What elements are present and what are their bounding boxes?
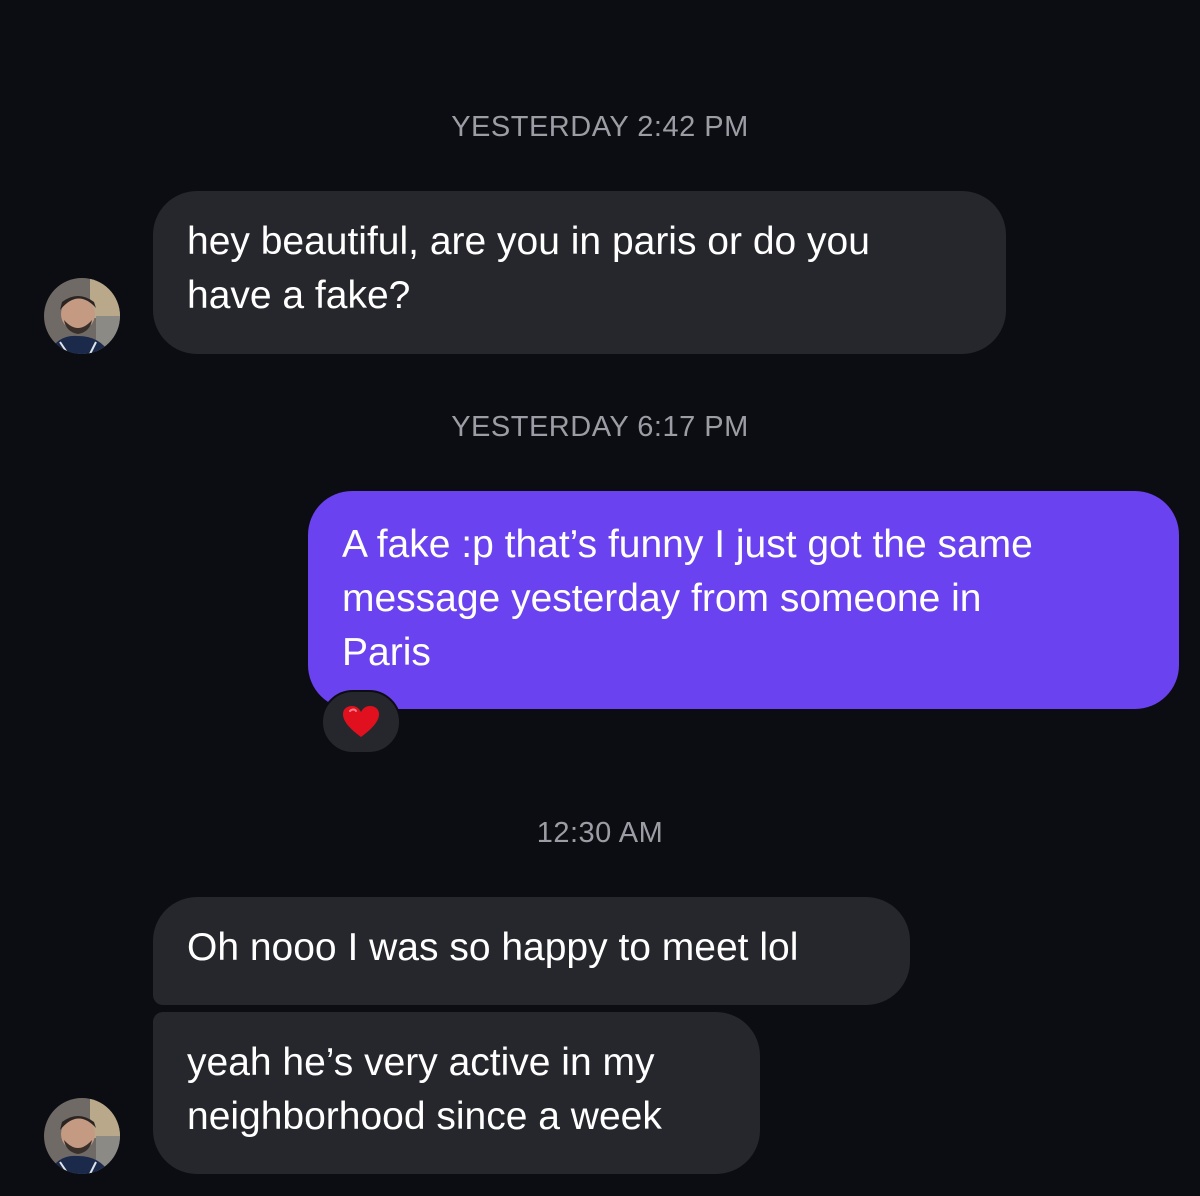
message-text-line: Oh nooo I was so happy to meet lol (187, 926, 799, 969)
message-text-line: neighborhood since a week (187, 1095, 662, 1138)
avatar[interactable] (44, 1098, 120, 1174)
message-bubble-incoming[interactable]: yeah he’s very active in my neighborhood… (153, 1012, 760, 1174)
heart-icon (343, 706, 379, 737)
message-text-line: have a fake? (187, 274, 411, 317)
avatar-photo (44, 278, 120, 354)
message-text-line: hey beautiful, are you in paris or do yo… (187, 220, 870, 263)
reaction-badge[interactable] (321, 690, 401, 754)
chat-thread: YESTERDAY 2:42 PM hey beautiful, are you… (0, 0, 1200, 1196)
timestamp: 12:30 AM (536, 817, 664, 849)
avatar[interactable] (44, 278, 120, 354)
message-text-line: message yesterday from someone in (342, 577, 982, 620)
avatar-photo (44, 1098, 120, 1174)
timestamp: YESTERDAY 6:17 PM (451, 411, 749, 443)
message-bubble-incoming[interactable]: hey beautiful, are you in paris or do yo… (153, 191, 1006, 354)
message-text-line: yeah he’s very active in my (187, 1041, 655, 1084)
timestamp: YESTERDAY 2:42 PM (451, 111, 749, 143)
message-text-line: Paris (342, 631, 431, 674)
message-bubble-incoming[interactable]: Oh nooo I was so happy to meet lol (153, 897, 910, 1005)
message-bubble-outgoing[interactable]: A fake :p that’s funny I just got the sa… (308, 491, 1179, 709)
message-text-line: A fake :p that’s funny I just got the sa… (342, 523, 1033, 566)
